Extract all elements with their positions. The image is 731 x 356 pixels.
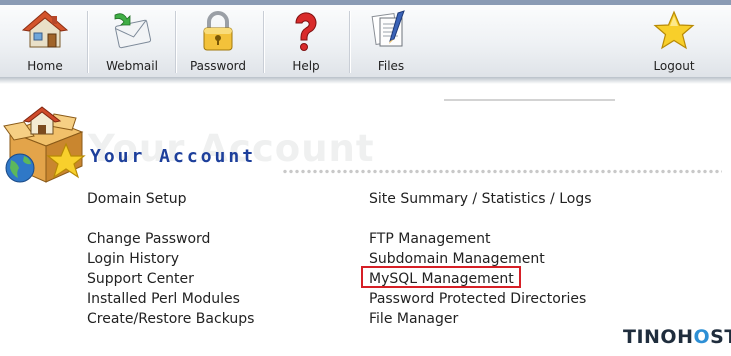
toolbar-separator	[263, 11, 264, 73]
padlock-icon	[203, 11, 233, 51]
house-box-globe-star-logo	[3, 106, 86, 183]
link-create-restore-backups[interactable]: Create/Restore Backups	[87, 310, 254, 328]
toolbar-webmail-label: Webmail	[106, 59, 158, 73]
watermark-prefix: TINOH	[623, 326, 694, 348]
link-site-summary[interactable]: Site Summary / Statistics / Logs	[369, 190, 592, 208]
toolbar-separator	[87, 11, 88, 73]
toolbar-home-button[interactable]: Home	[19, 9, 71, 77]
toolbar-shadow	[0, 77, 731, 84]
toolbar-logout-button[interactable]: Logout	[648, 9, 700, 77]
toolbar-password-button[interactable]: Password	[186, 9, 250, 77]
toolbar-password-label: Password	[189, 59, 247, 73]
toolbar-files-button[interactable]: Files	[368, 9, 414, 77]
question-mark-icon	[295, 12, 317, 51]
highlight-box	[361, 266, 521, 288]
watermark-logo: TINOHOST	[623, 326, 731, 348]
link-login-history[interactable]: Login History	[87, 250, 179, 268]
toolbar-files-label: Files	[377, 59, 405, 73]
link-domain-setup[interactable]: Domain Setup	[87, 190, 187, 208]
toolbar-webmail-button[interactable]: Webmail	[103, 9, 161, 77]
link-file-manager[interactable]: File Manager	[369, 310, 458, 328]
toolbar-home-label: Home	[27, 59, 63, 73]
link-change-password[interactable]: Change Password	[87, 230, 210, 248]
toolbar-separator	[349, 11, 350, 73]
link-installed-perl-modules[interactable]: Installed Perl Modules	[87, 290, 240, 308]
page-title: Your Account	[90, 146, 257, 167]
files-icon	[371, 10, 405, 47]
toolbar-help-button[interactable]: Help	[283, 9, 329, 77]
divider	[444, 99, 615, 101]
toolbar: Home Webmail Password Help Files Logout	[0, 5, 731, 77]
link-ftp-management[interactable]: FTP Management	[369, 230, 490, 248]
dotted-divider	[282, 169, 722, 174]
toolbar-separator	[175, 11, 176, 73]
toolbar-help-label: Help	[292, 59, 320, 73]
watermark-o: O	[693, 326, 711, 348]
star-icon	[653, 10, 695, 50]
house-icon	[22, 10, 68, 48]
envelope-icon	[114, 13, 152, 49]
link-password-protected-directories[interactable]: Password Protected Directories	[369, 290, 586, 308]
watermark-suffix: ST	[710, 326, 731, 348]
toolbar-logout-label: Logout	[653, 59, 695, 73]
link-support-center[interactable]: Support Center	[87, 270, 194, 288]
